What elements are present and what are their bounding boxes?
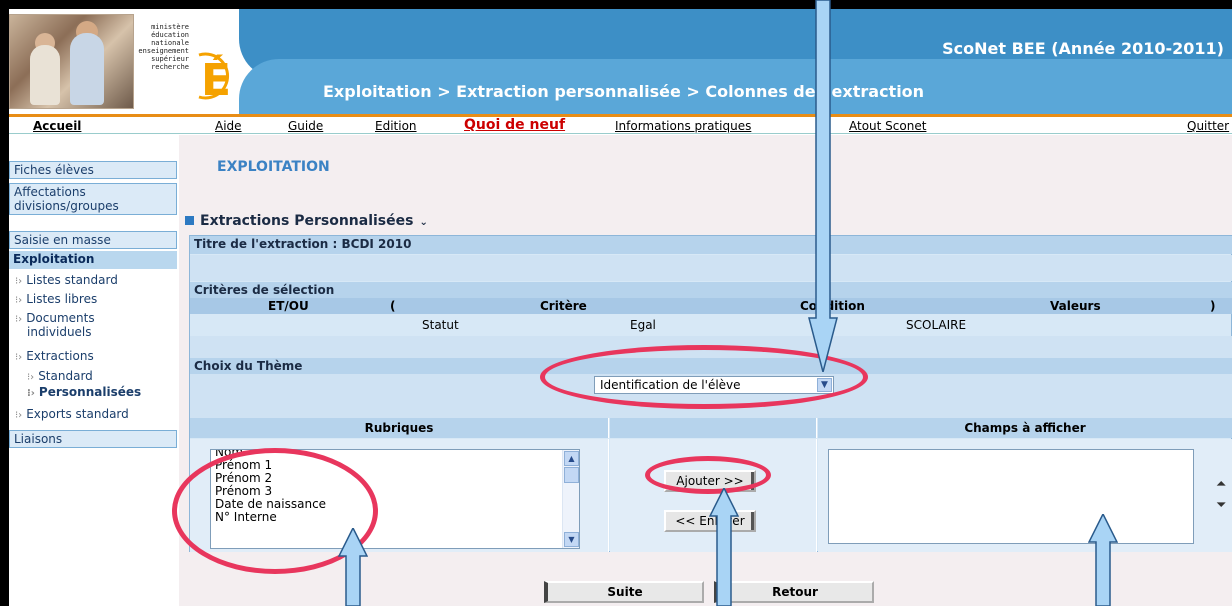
col-etou: ET/OU (268, 299, 309, 313)
nav-quoi-de-neuf[interactable]: Quoi de neuf (464, 117, 565, 133)
section-title: Extractions Personnalisées ⌄ (185, 213, 428, 229)
cell-valeurs: SCOLAIRE (906, 318, 967, 332)
move-down-icon[interactable]: ⏷ (1216, 498, 1226, 513)
arrow-icon: ⁝› (15, 295, 23, 306)
sidebar: Fiches élèves Affectations divisions/gro… (9, 135, 179, 606)
header: ministère éducation nationale enseigneme… (9, 9, 1232, 114)
arrow-icon: ⁝› (15, 276, 23, 287)
annotation-arrow (808, 0, 838, 372)
scrollbar[interactable]: ▲ ▼ (562, 450, 579, 548)
criteria-header: ET/OU ( Critère Condition Valeurs ) (190, 298, 1232, 314)
top-nav: Accueil Aide Guide Edition Quoi de neuf … (9, 114, 1232, 134)
sidebar-item-saisie[interactable]: Saisie en masse (9, 231, 177, 249)
col-critere: Critère (540, 299, 587, 313)
move-up-icon[interactable]: ⏶ (1216, 477, 1226, 492)
sidebar-item-exports[interactable]: ⁝› Exports standard (15, 407, 129, 423)
nav-aide[interactable]: Aide (215, 119, 242, 133)
sidebar-item-liaisons[interactable]: Liaisons (9, 430, 177, 448)
chevron-down-icon[interactable]: ⌄ (419, 217, 427, 228)
arrow-icon: ⁝› (15, 314, 23, 325)
annotation-arrow (709, 488, 739, 606)
ministere-e-logo-icon: É (198, 52, 231, 103)
section-bullet-icon (185, 216, 194, 225)
sidebar-item-extractions-standard[interactable]: ⁝› Standard (27, 369, 93, 385)
annotation-arrow (1088, 514, 1118, 606)
arrow-icon: ⁝› (15, 410, 23, 421)
sidebar-item-label: divisions/groupes (14, 199, 119, 213)
sidebar-item-exploitation[interactable]: Exploitation (9, 251, 177, 269)
nav-accueil[interactable]: Accueil (33, 119, 81, 133)
header-photo (9, 14, 134, 109)
spacer-row (190, 255, 1232, 281)
svg-text:É: É (201, 53, 231, 103)
champs-listbox[interactable] (828, 449, 1194, 544)
annotation-ellipse (645, 456, 771, 494)
arrow-icon: ⁝› (27, 372, 35, 383)
scroll-up-icon[interactable]: ▲ (564, 451, 579, 466)
nav-edition[interactable]: Edition (375, 119, 417, 133)
col-close-paren: ) (1210, 299, 1216, 313)
col-open-paren: ( (390, 299, 396, 313)
actions-header (610, 418, 817, 438)
sidebar-item-listes-libres[interactable]: ⁝› Listes libres (15, 292, 97, 308)
nav-guide[interactable]: Guide (288, 119, 323, 133)
sidebar-item-extractions[interactable]: ⁝› Extractions (15, 349, 94, 365)
annotation-arrow (338, 528, 368, 606)
champs-header: Champs à afficher (818, 418, 1232, 438)
sidebar-item-affectations[interactable]: Affectations divisions/groupes (9, 183, 177, 215)
cell-condition: Egal (630, 318, 656, 332)
nav-quitter[interactable]: Quitter (1187, 119, 1229, 133)
nav-atout-sconet[interactable]: Atout Sconet (849, 119, 926, 133)
sidebar-item-listes-standard[interactable]: ⁝› Listes standard (15, 273, 118, 289)
nav-informations-pratiques[interactable]: Informations pratiques (615, 119, 751, 133)
col-valeurs: Valeurs (1050, 299, 1101, 313)
scroll-thumb[interactable] (564, 467, 579, 483)
arrow-icon: ⁝› (27, 388, 35, 399)
sidebar-item-fiches[interactable]: Fiches élèves (9, 161, 177, 179)
ministere-logo-text: ministère éducation nationale enseigneme… (138, 23, 189, 71)
sidebar-item-documents-label: individuels (27, 325, 92, 339)
sidebar-item-extractions-personnalisees[interactable]: ⁝› Personnalisées (27, 385, 141, 401)
app-title: ScoNet BEE (Année 2010-2011) (942, 39, 1224, 58)
sidebar-item-label: Affectations (14, 185, 86, 199)
extraction-title: Titre de l'extraction : BCDI 2010 (190, 236, 1232, 254)
criteria-label: Critères de sélection (190, 282, 1232, 298)
arrow-icon: ⁝› (15, 352, 23, 363)
rubriques-header: Rubriques (190, 418, 609, 438)
cell-critere: Statut (422, 318, 459, 332)
scroll-down-icon[interactable]: ▼ (564, 532, 579, 547)
suite-button[interactable]: Suite (544, 581, 704, 603)
page-title: EXPLOITATION (217, 159, 330, 175)
